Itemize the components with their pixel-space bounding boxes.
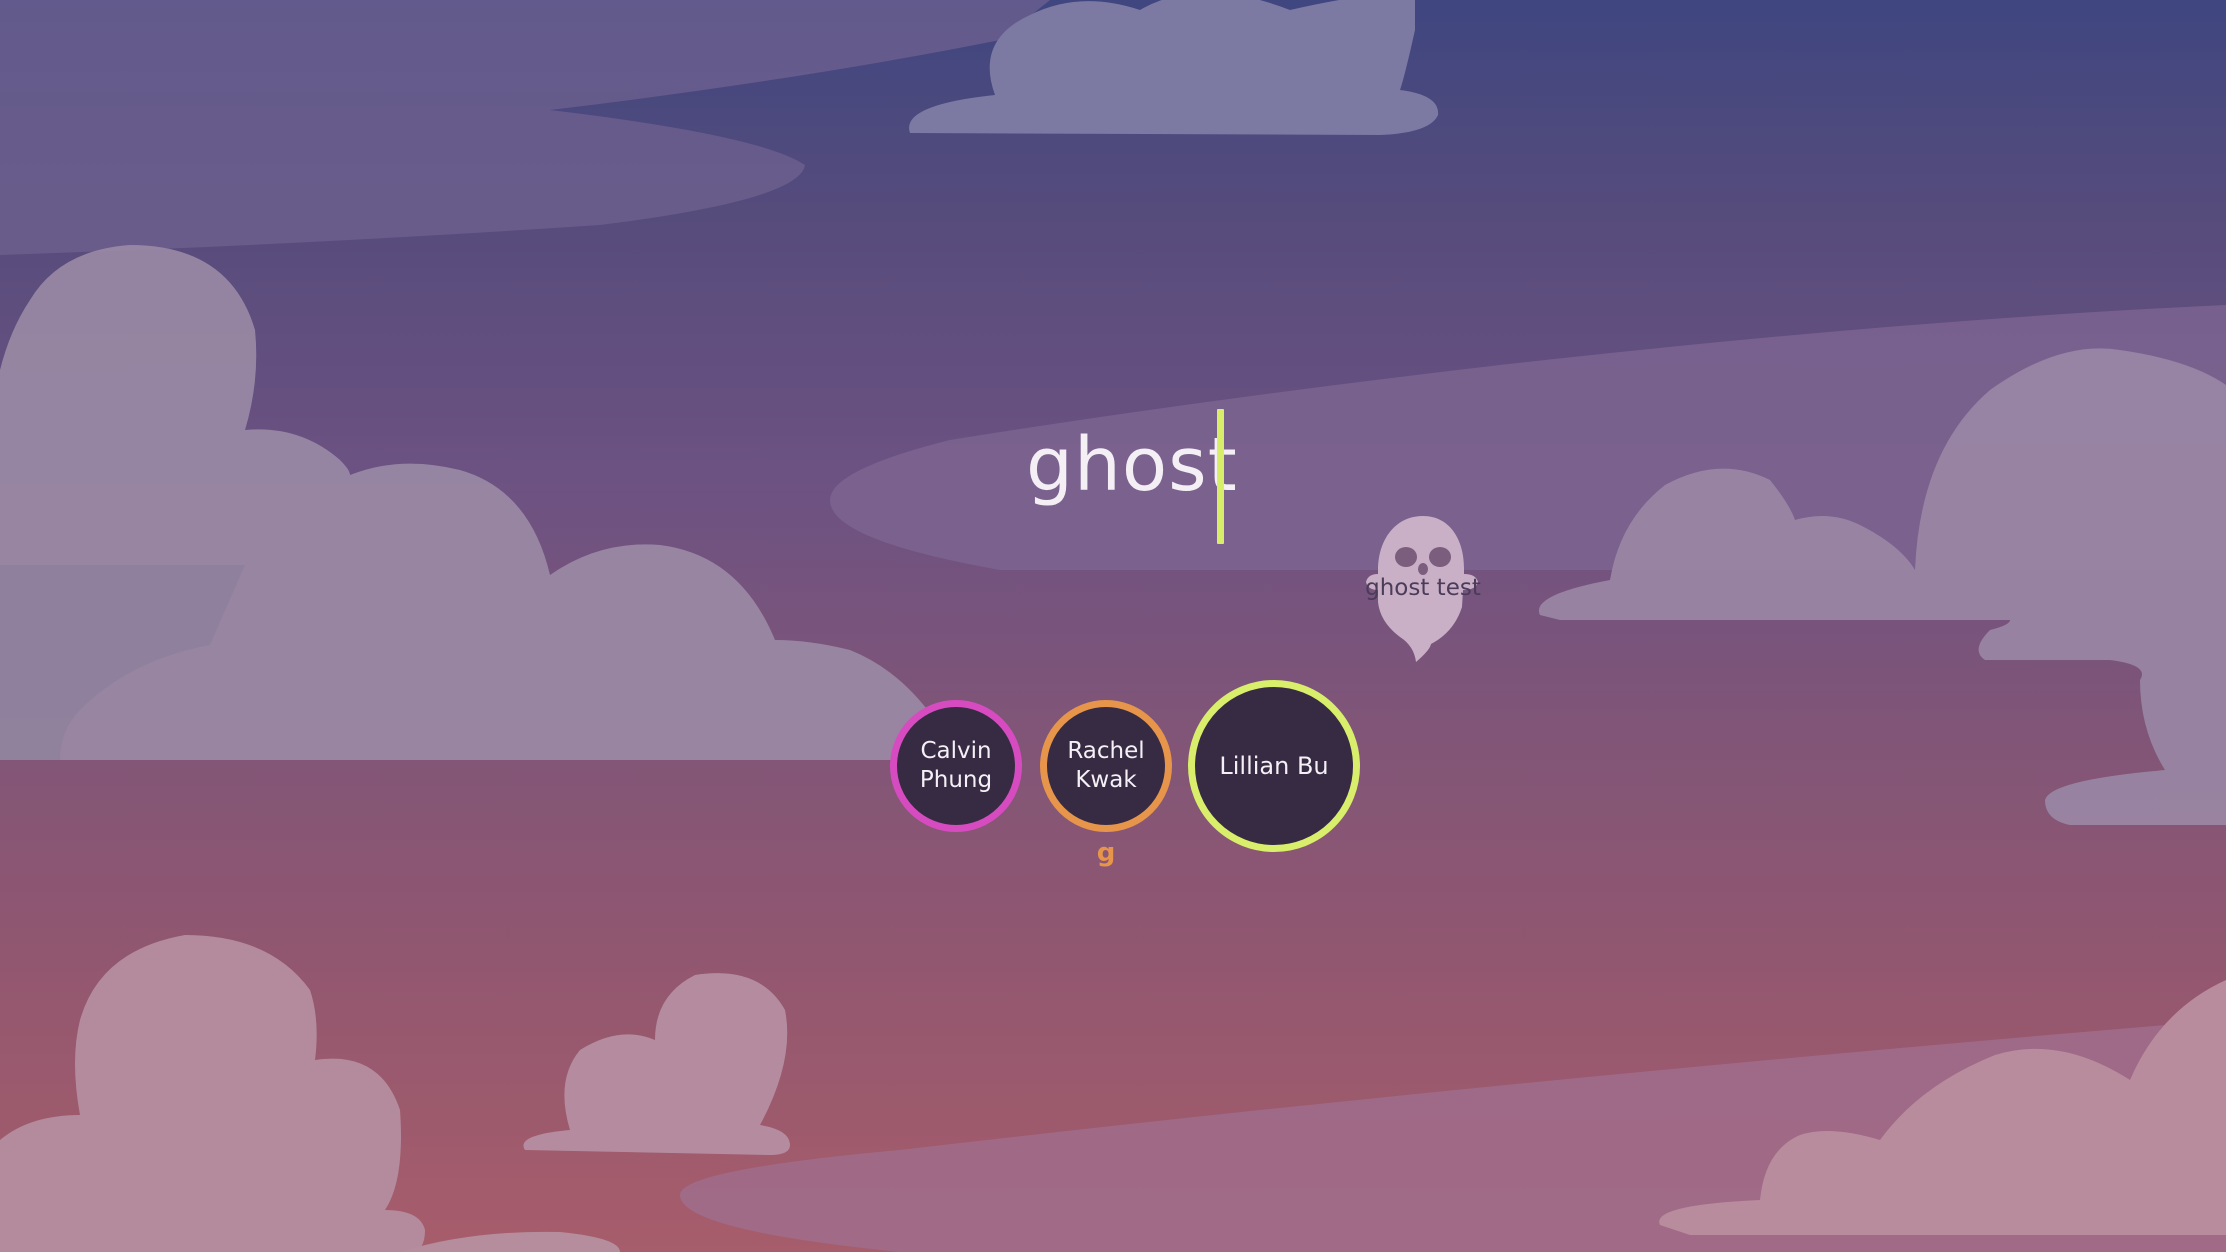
- cloud-bottom-small: [523, 973, 790, 1155]
- cloud-streak-upper-left: [0, 0, 1050, 255]
- cloud-bottom-left: [0, 935, 425, 1252]
- player-name: Rachel Kwak: [1067, 738, 1145, 793]
- player-current-input: g: [1096, 838, 1116, 868]
- sky-background: [0, 0, 2226, 1252]
- player-avatar: Rachel Kwak: [1040, 700, 1172, 832]
- cloud-left-large: [0, 245, 935, 760]
- ghost-player-label: ghost test: [1365, 575, 1481, 601]
- cloud-bottom-sliver: [400, 1231, 620, 1252]
- player-name: Calvin Phung: [919, 738, 993, 793]
- typed-word-display: ghost: [1026, 422, 1238, 508]
- player-avatar: Calvin Phung: [890, 700, 1022, 832]
- player-avatar-active: Lillian Bu: [1188, 680, 1360, 852]
- text-caret: [1217, 409, 1224, 544]
- player-name: Lillian Bu: [1219, 751, 1329, 780]
